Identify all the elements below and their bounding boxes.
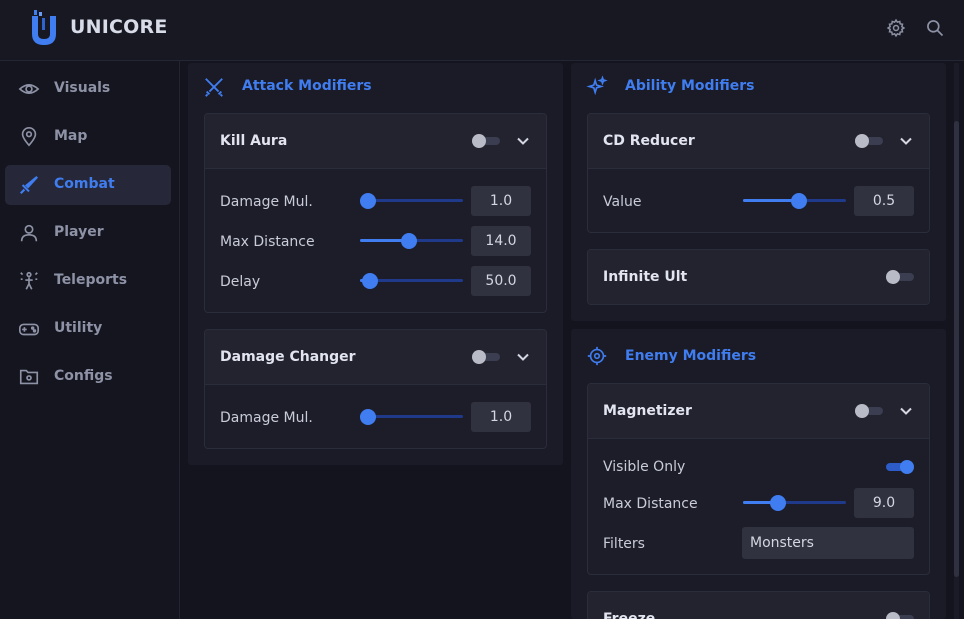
section-title: Attack Modifiers xyxy=(242,78,372,94)
sidebar-item-teleports[interactable]: Teleports xyxy=(5,261,171,301)
sidebar-item-label: Visuals xyxy=(54,80,111,96)
infinite-ult-card: Infinite Ult xyxy=(587,249,930,305)
sidebar-item-combat[interactable]: Combat xyxy=(5,165,171,205)
row-label: Value xyxy=(603,194,642,210)
sidebar-item-map[interactable]: Map xyxy=(5,117,171,157)
card-title: CD Reducer xyxy=(603,133,695,149)
cd-reducer-card: CD Reducer Value 0.5 xyxy=(587,113,930,233)
sparkles-icon xyxy=(586,75,608,96)
row-label: Max Distance xyxy=(220,234,315,250)
row-label: Filters xyxy=(603,536,645,552)
kill-aura-card: Kill Aura Damage Mul. 1.0 Max Distance 1… xyxy=(204,113,547,313)
freeze-toggle[interactable] xyxy=(886,612,914,619)
sidebar-item-utility[interactable]: Utility xyxy=(5,309,171,349)
cd-reducer-toggle[interactable] xyxy=(855,134,883,148)
enemy-modifiers-panel: Enemy Modifiers Magnetizer Visible Only … xyxy=(571,329,946,619)
card-title: Freeze xyxy=(603,611,656,619)
sword-icon xyxy=(19,176,39,195)
value-input[interactable]: 0.5 xyxy=(854,186,914,216)
row-label: Max Distance xyxy=(603,496,698,512)
damage-changer-toggle[interactable] xyxy=(472,350,500,364)
visible-only-toggle[interactable] xyxy=(886,460,914,474)
sidebar-item-visuals[interactable]: Visuals xyxy=(5,69,171,109)
map-pin-icon xyxy=(21,127,37,147)
header-bar: UNICORE xyxy=(0,0,964,61)
row-label: Damage Mul. xyxy=(220,410,313,426)
delay-slider[interactable] xyxy=(360,273,463,289)
crossed-swords-icon xyxy=(205,78,223,97)
damage-mul-input[interactable]: 1.0 xyxy=(471,186,531,216)
section-title: Ability Modifiers xyxy=(625,78,755,94)
chevron-down-icon[interactable] xyxy=(515,133,531,149)
scrollbar-track[interactable] xyxy=(954,63,959,619)
sidebar-item-label: Configs xyxy=(54,368,113,384)
unicore-logo-icon xyxy=(32,10,56,45)
user-icon xyxy=(20,224,38,242)
card-title: Infinite Ult xyxy=(603,269,688,285)
card-title: Damage Changer xyxy=(220,349,356,365)
scrollbar-thumb[interactable] xyxy=(954,121,959,577)
sidebar-item-label: Player xyxy=(54,224,104,240)
magnetizer-toggle[interactable] xyxy=(855,404,883,418)
gamepad-icon xyxy=(19,323,39,336)
card-title: Magnetizer xyxy=(603,403,692,419)
brand-name: UNICORE xyxy=(70,16,168,38)
card-header: Infinite Ult xyxy=(588,250,929,304)
chevron-down-icon[interactable] xyxy=(898,403,914,419)
attack-modifiers-panel: Attack Modifiers Kill Aura Damage Mul. 1… xyxy=(188,63,563,465)
filters-select[interactable]: Monsters xyxy=(742,527,914,559)
gear-icon[interactable] xyxy=(886,18,906,38)
crosshair-icon xyxy=(587,346,607,366)
delay-input[interactable]: 50.0 xyxy=(471,266,531,296)
row-label: Visible Only xyxy=(603,459,686,475)
sidebar-item-label: Teleports xyxy=(54,272,128,288)
row-label: Delay xyxy=(220,274,261,290)
folder-gear-icon xyxy=(19,369,39,385)
chevron-down-icon[interactable] xyxy=(515,349,531,365)
damage-mul-slider[interactable] xyxy=(360,193,463,209)
chevron-down-icon[interactable] xyxy=(898,133,914,149)
sidebar-item-configs[interactable]: Configs xyxy=(5,357,171,397)
damage-mul-input[interactable]: 1.0 xyxy=(471,402,531,432)
card-header: Kill Aura xyxy=(205,114,546,169)
freeze-card: Freeze xyxy=(587,591,930,619)
kill-aura-toggle[interactable] xyxy=(472,134,500,148)
magnetizer-card: Magnetizer Visible Only Max Distance 9.0… xyxy=(587,383,930,575)
value-slider[interactable] xyxy=(743,193,846,209)
search-icon[interactable] xyxy=(925,18,945,38)
card-header: Damage Changer xyxy=(205,330,546,385)
max-distance-slider[interactable] xyxy=(360,233,463,249)
ability-modifiers-panel: Ability Modifiers CD Reducer Value 0.5 I… xyxy=(571,63,946,321)
sidebar-item-label: Map xyxy=(54,128,88,144)
max-distance-input[interactable]: 14.0 xyxy=(471,226,531,256)
section-title: Enemy Modifiers xyxy=(625,348,757,364)
app-window: UNICORE Visuals Map Combat Player Telepo… xyxy=(0,0,964,619)
card-header: CD Reducer xyxy=(588,114,929,169)
max-distance-slider[interactable] xyxy=(743,495,846,511)
sidebar: Visuals Map Combat Player Teleports Util… xyxy=(0,61,180,619)
sidebar-item-label: Utility xyxy=(54,320,103,336)
damage-changer-card: Damage Changer Damage Mul. 1.0 xyxy=(204,329,547,449)
sidebar-item-label: Combat xyxy=(54,176,115,192)
card-header: Magnetizer xyxy=(588,384,929,439)
card-title: Kill Aura xyxy=(220,133,288,149)
card-header: Freeze xyxy=(588,592,929,619)
row-label: Damage Mul. xyxy=(220,194,313,210)
max-distance-input[interactable]: 9.0 xyxy=(854,488,914,518)
damage-mul-slider[interactable] xyxy=(360,409,463,425)
infinite-ult-toggle[interactable] xyxy=(886,270,914,284)
teleport-icon xyxy=(20,271,38,290)
sidebar-item-player[interactable]: Player xyxy=(5,213,171,253)
eye-icon xyxy=(18,84,40,94)
